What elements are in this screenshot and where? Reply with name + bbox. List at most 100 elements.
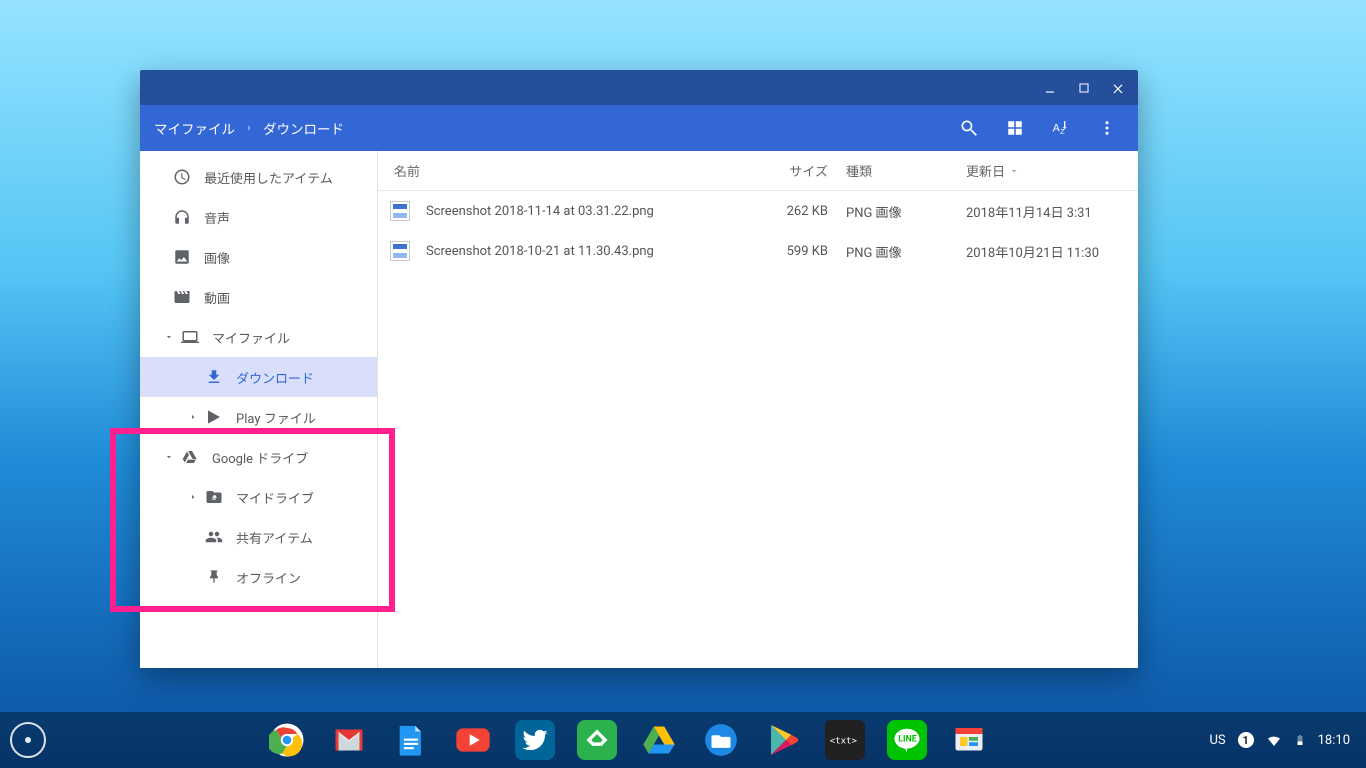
sort-button[interactable]: AZ bbox=[1038, 105, 1084, 151]
column-header-size[interactable]: サイズ bbox=[750, 161, 846, 180]
column-header-date-label: 更新日 bbox=[966, 161, 1005, 180]
notification-badge: 1 bbox=[1238, 732, 1254, 748]
file-type: PNG 画像 bbox=[846, 242, 966, 261]
google-drive-icon bbox=[180, 447, 200, 467]
sidebar-item-google-drive[interactable]: Google ドライブ bbox=[140, 437, 377, 477]
column-header-name[interactable]: 名前 bbox=[390, 161, 750, 180]
tray-notifications[interactable]: 1 bbox=[1238, 732, 1254, 748]
sidebar-item-my-drive[interactable]: マイドライブ bbox=[140, 477, 377, 517]
file-row[interactable]: Screenshot 2018-10-21 at 11.30.43.png 59… bbox=[378, 231, 1138, 271]
app-files[interactable] bbox=[701, 720, 741, 760]
files-window: マイファイル ダウンロード AZ 最近使用したアイテム bbox=[140, 70, 1138, 668]
search-button[interactable] bbox=[946, 105, 992, 151]
app-text[interactable]: <txt> bbox=[825, 720, 865, 760]
sidebar-item-play-files[interactable]: Play ファイル bbox=[140, 397, 377, 437]
maximize-icon bbox=[1078, 82, 1090, 94]
breadcrumb-root[interactable]: マイファイル bbox=[154, 118, 235, 138]
sidebar-item-images[interactable]: 画像 bbox=[140, 237, 377, 277]
window-titlebar bbox=[140, 70, 1138, 105]
tray-wifi[interactable] bbox=[1266, 732, 1282, 748]
play-store-icon bbox=[765, 722, 801, 758]
people-icon bbox=[204, 527, 224, 547]
sidebar-item-label: オフライン bbox=[236, 568, 301, 587]
app-google-docs[interactable] bbox=[391, 720, 431, 760]
sidebar-item-label: 動画 bbox=[204, 288, 230, 307]
more-button[interactable] bbox=[1084, 105, 1130, 151]
column-header-row: 名前 サイズ 種類 更新日 bbox=[378, 151, 1138, 191]
file-thumbnail-icon bbox=[390, 241, 410, 261]
toolbar: マイファイル ダウンロード AZ bbox=[140, 105, 1138, 151]
chevron-down-icon bbox=[160, 452, 178, 462]
sort-az-icon: AZ bbox=[1051, 119, 1071, 137]
sort-desc-icon bbox=[1009, 166, 1019, 176]
system-tray[interactable]: US 1 18:10 bbox=[1209, 731, 1356, 749]
sidebar-item-shared[interactable]: 共有アイテム bbox=[140, 517, 377, 557]
sidebar-item-label: 共有アイテム bbox=[236, 528, 313, 547]
file-name: Screenshot 2018-11-14 at 03.31.22.png bbox=[422, 204, 750, 219]
app-pinned[interactable] bbox=[949, 720, 989, 760]
column-header-type[interactable]: 種類 bbox=[846, 161, 966, 180]
sidebar-item-label: マイドライブ bbox=[236, 488, 314, 507]
app-google-drive[interactable] bbox=[639, 720, 679, 760]
chevron-right-icon bbox=[184, 412, 202, 422]
window-minimize-button[interactable] bbox=[1036, 74, 1064, 102]
sidebar-item-recent[interactable]: 最近使用したアイテム bbox=[140, 157, 377, 197]
app-chrome[interactable] bbox=[267, 720, 307, 760]
shelf: <txt> LINE US 1 18:10 bbox=[0, 712, 1366, 768]
window-maximize-button[interactable] bbox=[1070, 74, 1098, 102]
wifi-icon bbox=[1266, 732, 1282, 748]
app-feedly[interactable] bbox=[577, 720, 617, 760]
gmail-icon bbox=[331, 722, 367, 758]
text-icon: <txt> bbox=[828, 731, 862, 749]
sidebar-item-downloads[interactable]: ダウンロード bbox=[140, 357, 377, 397]
sidebar-item-label: 音声 bbox=[204, 208, 230, 227]
sidebar-item-label: マイファイル bbox=[212, 328, 290, 347]
launcher-button[interactable] bbox=[10, 722, 46, 758]
app-youtube[interactable] bbox=[453, 720, 493, 760]
tray-time: 18:10 bbox=[1318, 733, 1350, 748]
window-body: 最近使用したアイテム 音声 画像 動画 bbox=[140, 151, 1138, 668]
search-icon bbox=[959, 118, 979, 138]
column-header-date[interactable]: 更新日 bbox=[966, 161, 1126, 180]
tray-clock[interactable]: 18:10 bbox=[1318, 733, 1350, 748]
sidebar-item-videos[interactable]: 動画 bbox=[140, 277, 377, 317]
chevron-right-icon bbox=[184, 492, 202, 502]
movie-icon bbox=[172, 287, 192, 307]
laptop-icon bbox=[180, 327, 200, 347]
file-name: Screenshot 2018-10-21 at 11.30.43.png bbox=[422, 244, 750, 259]
file-size: 262 KB bbox=[750, 204, 846, 219]
sidebar-item-label: Google ドライブ bbox=[212, 448, 308, 467]
tray-battery[interactable] bbox=[1294, 731, 1306, 749]
tray-ime[interactable]: US bbox=[1209, 733, 1225, 748]
window-close-button[interactable] bbox=[1104, 74, 1132, 102]
breadcrumb-current: ダウンロード bbox=[263, 118, 344, 138]
app-gmail[interactable] bbox=[329, 720, 369, 760]
file-row[interactable]: Screenshot 2018-11-14 at 03.31.22.png 26… bbox=[378, 191, 1138, 231]
files-icon bbox=[702, 721, 740, 759]
minimize-icon bbox=[1043, 81, 1057, 95]
pinned-app-icon bbox=[951, 722, 987, 758]
tray-ime-label: US bbox=[1209, 733, 1225, 748]
line-icon: LINE bbox=[892, 725, 922, 755]
sidebar-item-my-files[interactable]: マイファイル bbox=[140, 317, 377, 357]
svg-text:<txt>: <txt> bbox=[829, 736, 857, 746]
twitter-icon bbox=[520, 725, 550, 755]
app-play-store[interactable] bbox=[763, 720, 803, 760]
file-type: PNG 画像 bbox=[846, 202, 966, 221]
headphones-icon bbox=[172, 207, 192, 227]
docs-icon bbox=[394, 723, 428, 757]
pin-icon bbox=[204, 567, 224, 587]
app-line[interactable]: LINE bbox=[887, 720, 927, 760]
app-twitter[interactable] bbox=[515, 720, 555, 760]
download-icon bbox=[204, 367, 224, 387]
file-size: 599 KB bbox=[750, 244, 846, 259]
file-date: 2018年10月21日 11:30 bbox=[966, 242, 1126, 261]
more-vert-icon bbox=[1098, 119, 1116, 137]
view-toggle-button[interactable] bbox=[992, 105, 1038, 151]
sidebar-item-audio[interactable]: 音声 bbox=[140, 197, 377, 237]
battery-icon bbox=[1294, 731, 1306, 749]
sidebar-item-offline[interactable]: オフライン bbox=[140, 557, 377, 597]
sidebar-item-label: Play ファイル bbox=[236, 408, 316, 427]
chevron-right-icon bbox=[245, 122, 253, 134]
youtube-icon bbox=[453, 720, 493, 760]
